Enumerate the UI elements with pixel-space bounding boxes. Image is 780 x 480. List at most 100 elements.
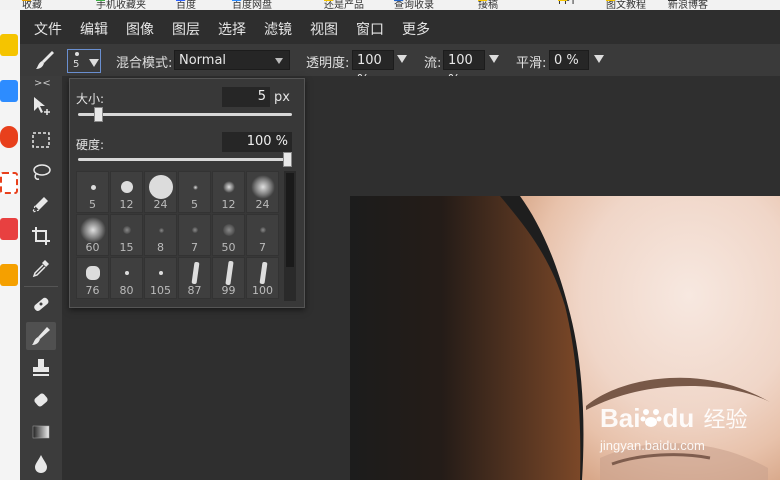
brush-tool-icon[interactable]: [26, 322, 56, 350]
brush-preset-size-label: 24: [255, 198, 270, 211]
quick-select-tool-icon[interactable]: [26, 190, 56, 218]
brush-tip-icon: [260, 227, 266, 233]
chevron-down-icon: [89, 59, 99, 67]
crop-tool-icon[interactable]: [26, 222, 56, 250]
flow-dropdown-icon[interactable]: [489, 55, 499, 63]
brush-preset-item[interactable]: 7: [178, 214, 211, 256]
smoothing-input[interactable]: 0 %: [549, 50, 589, 70]
brush-preset-item[interactable]: 100: [246, 257, 279, 299]
bookmark-label: 收藏: [22, 0, 42, 10]
brush-preset-item[interactable]: 24: [246, 171, 279, 213]
brush-size-slider-thumb[interactable]: [94, 107, 104, 122]
bookmark-icon: [668, 0, 677, 1]
brush-preset-item[interactable]: 5: [178, 171, 211, 213]
menu-bar: 文件 编辑 图像 图层 选择 滤镜 视图 窗口 更多: [20, 10, 780, 44]
collapse-arrows-icon[interactable]: ><: [34, 78, 51, 89]
bookmark-label: 新浪博客: [668, 0, 708, 10]
brush-preset-item[interactable]: 87: [178, 257, 211, 299]
brush-tip-icon: [125, 271, 129, 275]
brush-preset-size-label: 15: [119, 241, 134, 254]
menu-edit[interactable]: 编辑: [80, 19, 108, 39]
brush-preset-item[interactable]: 12: [110, 171, 143, 213]
bookmark-icon: [606, 0, 615, 1]
brush-size-label: 5: [73, 59, 80, 70]
game-icon[interactable]: [0, 218, 18, 240]
lasso-tool-icon[interactable]: [26, 158, 56, 186]
brush-hardness-slider-track[interactable]: [78, 158, 292, 161]
move-tool-icon[interactable]: [26, 92, 56, 120]
menu-filter[interactable]: 滤镜: [264, 19, 292, 39]
blur-tool-icon[interactable]: [26, 450, 56, 478]
menu-more[interactable]: 更多: [402, 19, 430, 39]
brush-hardness-input[interactable]: 100 %: [222, 132, 292, 152]
brush-hardness-slider-thumb[interactable]: [283, 152, 292, 167]
gradient-tool-icon[interactable]: [26, 418, 56, 446]
flow-input[interactable]: 100 %: [443, 50, 485, 88]
brush-preset-item[interactable]: 60: [76, 214, 109, 256]
menu-layer[interactable]: 图层: [172, 19, 200, 39]
watermark-url: jingyan.baidu.com: [600, 438, 705, 453]
preset-scrollbar[interactable]: [284, 171, 296, 301]
brush-preset-item[interactable]: 5: [76, 171, 109, 213]
brush-preset-item[interactable]: 12: [212, 171, 245, 213]
brush-preset-picker[interactable]: 5: [67, 49, 101, 73]
brush-preset-item[interactable]: 8: [144, 214, 177, 256]
note-icon[interactable]: [0, 264, 18, 286]
opacity-dropdown-icon[interactable]: [397, 55, 407, 63]
brush-preset-size-label: 50: [221, 241, 236, 254]
paw-icon: [640, 405, 662, 427]
opacity-input[interactable]: 100 %: [352, 50, 394, 88]
bookmark-label: 查询收录: [394, 0, 434, 10]
bookmark-item[interactable]: 还是产品: [324, 0, 364, 10]
brush-preset-size-label: 12: [119, 198, 134, 211]
brush-preset-item[interactable]: 50: [212, 214, 245, 256]
eraser-tool-icon[interactable]: [26, 386, 56, 414]
brush-tip-icon: [86, 266, 100, 280]
brush-preset-item[interactable]: 99: [212, 257, 245, 299]
smoothing-dropdown-icon[interactable]: [594, 55, 604, 63]
mail-icon[interactable]: [0, 172, 18, 194]
weibo-icon[interactable]: [0, 126, 18, 148]
eyedropper-tool-icon[interactable]: [26, 254, 56, 282]
brush-tip-icon: [192, 184, 198, 190]
bookmark-item[interactable]: 接稿: [478, 0, 498, 10]
bookmark-item[interactable]: 百度: [176, 0, 196, 10]
brush-size-slider-track[interactable]: [78, 113, 292, 116]
brush-size-input[interactable]: 5: [222, 87, 270, 107]
blend-mode-select[interactable]: Normal: [174, 50, 290, 70]
stamp-tool-icon[interactable]: [26, 354, 56, 382]
bookmark-label: 百度网盘: [232, 0, 272, 10]
brush-preset-item[interactable]: 24: [144, 171, 177, 213]
bookmark-item[interactable]: 手机收藏夹: [96, 0, 146, 10]
smoothing-label: 平滑:: [516, 56, 547, 71]
healing-tool-icon[interactable]: [26, 290, 56, 318]
brush-tip-icon: [258, 261, 268, 285]
watermark-text: 经验: [703, 408, 748, 433]
menu-window[interactable]: 窗口: [356, 19, 384, 39]
list-icon[interactable]: [0, 80, 18, 102]
brush-preset-item[interactable]: 105: [144, 257, 177, 299]
star-icon[interactable]: [0, 34, 18, 56]
marquee-tool-icon[interactable]: [26, 126, 56, 154]
bookmark-item[interactable]: 百度网盘: [232, 0, 272, 10]
bookmark-item[interactable]: 图文教程: [606, 0, 646, 10]
menu-file[interactable]: 文件: [34, 19, 62, 39]
menu-select[interactable]: 选择: [218, 19, 246, 39]
brush-tip-icon: [159, 271, 163, 275]
preset-scrollbar-thumb[interactable]: [286, 173, 294, 267]
brush-preset-item[interactable]: 15: [110, 214, 143, 256]
bookmark-item[interactable]: 新浪博客: [668, 0, 708, 10]
bookmark-icon: [478, 0, 487, 1]
brush-preset-item[interactable]: 7: [246, 214, 279, 256]
bookmark-item[interactable]: 查询收录: [394, 0, 434, 10]
browser-bookmarks-bar: 收藏 手机收藏夹 百度 百度网盘 还是产品 查询收录 接稿 PPT 图文教程 新浪博客: [0, 0, 780, 10]
menu-image[interactable]: 图像: [126, 19, 154, 39]
bookmark-label: 还是产品: [324, 0, 364, 10]
bookmark-item[interactable]: 收藏: [22, 0, 42, 10]
brush-preset-item[interactable]: 80: [110, 257, 143, 299]
menu-view[interactable]: 视图: [310, 19, 338, 39]
brush-size-value: 5: [257, 89, 266, 104]
brush-preset-panel: 大小: 5 px 硬度: 100 % 5 12 24 5 12 24 60 15 8 7 50 7 76…: [69, 78, 305, 308]
brush-preset-item[interactable]: 76: [76, 257, 109, 299]
bookmark-item[interactable]: PPT: [558, 0, 576, 7]
